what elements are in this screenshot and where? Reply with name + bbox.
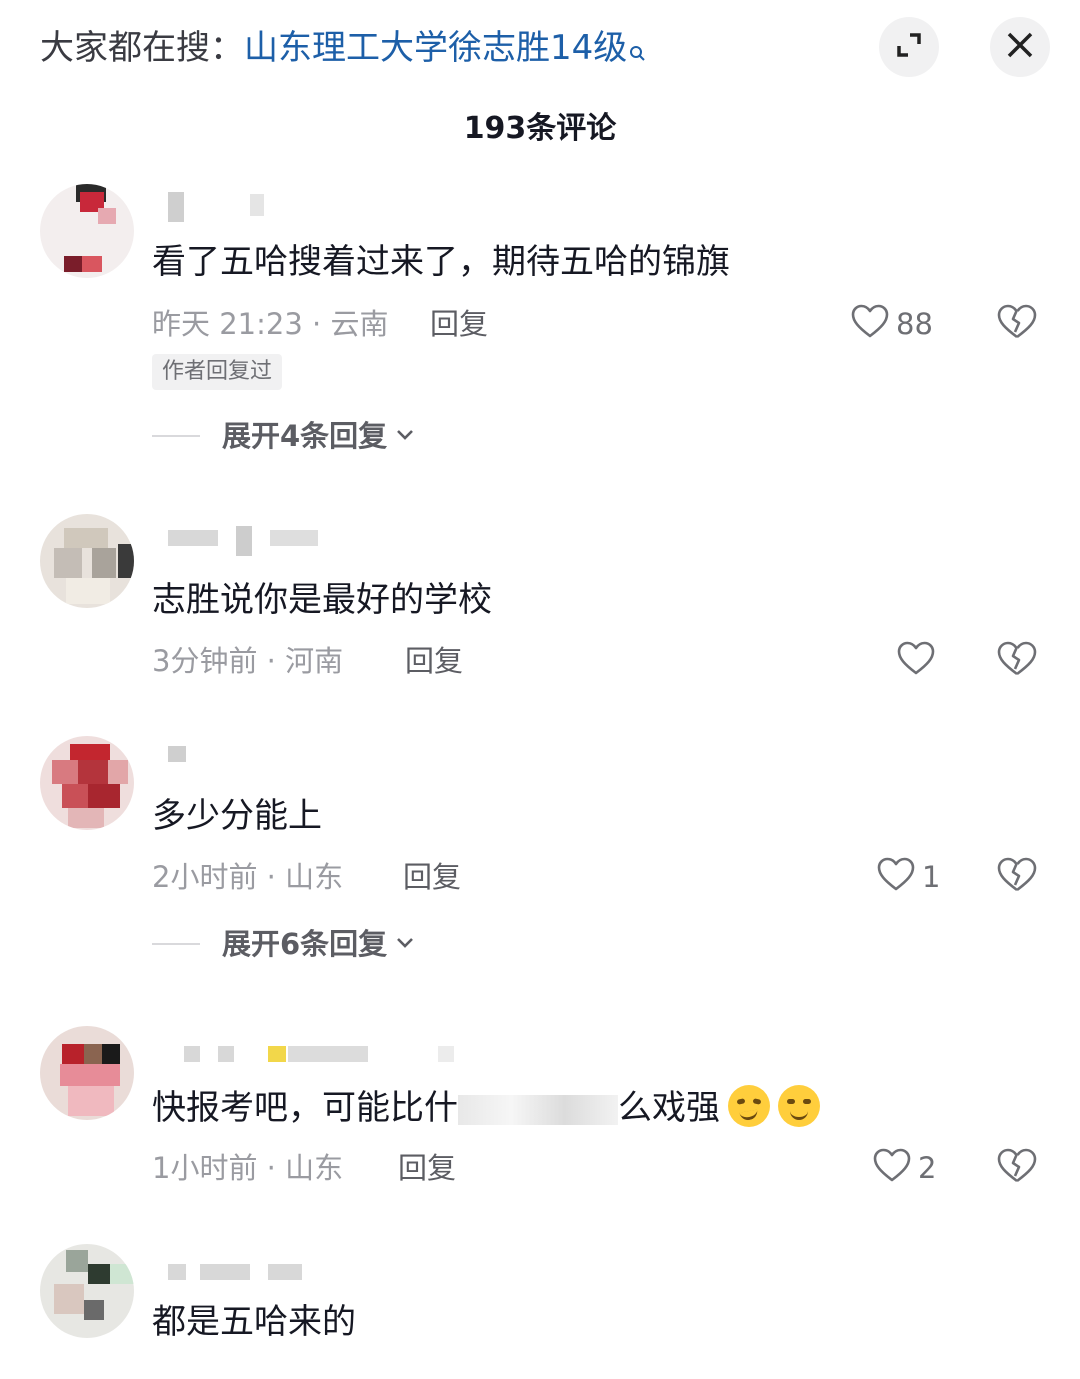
dislike-button[interactable] [996,302,1038,346]
expand-icon [894,30,924,64]
reply-button[interactable]: 回复 [403,857,461,897]
dislike-button[interactable] [996,1146,1038,1190]
comment-time-location: 昨天 21:23 · 云南 [152,307,389,341]
search-prefix: 大家都在搜： [40,28,244,68]
comment-text: 都是五哈来的 [152,1302,356,1342]
avatar[interactable] [40,1244,134,1338]
author-replied-tag: 作者回复过 [152,354,283,390]
broken-heart-icon [996,857,1038,899]
reply-button[interactable]: 回复 [405,641,463,681]
username-blurred[interactable] [152,1040,462,1070]
search-suggestion[interactable]: 大家都在搜：山东理工大学徐志胜14级 [40,24,647,76]
like-count: 88 [896,307,933,341]
broken-heart-icon [996,304,1038,346]
divider [152,435,200,437]
comment-text: 看了五哈搜着过来了，期待五哈的锦旗 [152,242,730,282]
username-blurred[interactable] [152,740,192,770]
expand-replies-label: 展开4条回复 [222,419,388,453]
like-button[interactable]: 1 [876,855,940,899]
comment-count-title: 193条评论 [463,111,617,146]
top-bar: 大家都在搜：山东理工大学徐志胜14级 [0,0,1080,100]
avatar[interactable] [40,736,134,830]
comment-time-location: 3分钟前 · 河南 [152,644,344,678]
blurred-text [458,1094,618,1125]
dislike-button[interactable] [996,639,1038,683]
heart-outline-icon [896,639,936,683]
expand-replies-label: 展开6条回复 [222,927,388,961]
like-button[interactable] [896,639,936,683]
like-count: 2 [918,1151,937,1185]
avatar[interactable] [40,184,134,278]
search-icon [629,28,647,76]
comment-text: 多少分能上 [152,796,322,836]
like-button[interactable]: 88 [850,302,933,346]
divider [152,943,200,945]
avatar[interactable] [40,1026,134,1120]
like-button[interactable]: 2 [872,1146,936,1190]
dislike-button[interactable] [996,855,1038,899]
username-blurred[interactable] [152,190,282,222]
reply-button[interactable]: 回复 [398,1148,456,1188]
chevron-down-icon [395,427,415,446]
heart-outline-icon [876,855,916,899]
comment-text-end: 么戏强 [618,1088,720,1128]
reply-button[interactable]: 回复 [430,304,488,344]
grin-emoji-icon [778,1085,820,1127]
avatar[interactable] [40,514,134,608]
close-button[interactable] [990,17,1050,77]
comment-text: 志胜说你是最好的学校 [152,580,492,620]
close-icon [1006,31,1034,63]
heart-outline-icon [872,1146,912,1190]
username-blurred[interactable] [152,1258,312,1288]
expand-replies[interactable]: 展开4条回复 [152,416,415,456]
expand-button[interactable] [879,17,939,77]
comment-time-location: 1小时前 · 山东 [152,1151,344,1185]
comment-time-location: 2小时前 · 山东 [152,860,344,894]
broken-heart-icon [996,641,1038,683]
comment-text: 快报考吧，可能比什 么戏强 [152,1084,820,1132]
username-blurred[interactable] [152,524,322,556]
search-term-link[interactable]: 山东理工大学徐志胜14级 [244,28,627,68]
heart-outline-icon [850,302,890,346]
like-count: 1 [922,860,941,894]
comment-text-start: 快报考吧，可能比什 [152,1088,458,1128]
broken-heart-icon [996,1148,1038,1190]
smirk-emoji-icon [728,1085,770,1127]
chevron-down-icon [395,935,415,954]
expand-replies[interactable]: 展开6条回复 [152,924,415,964]
